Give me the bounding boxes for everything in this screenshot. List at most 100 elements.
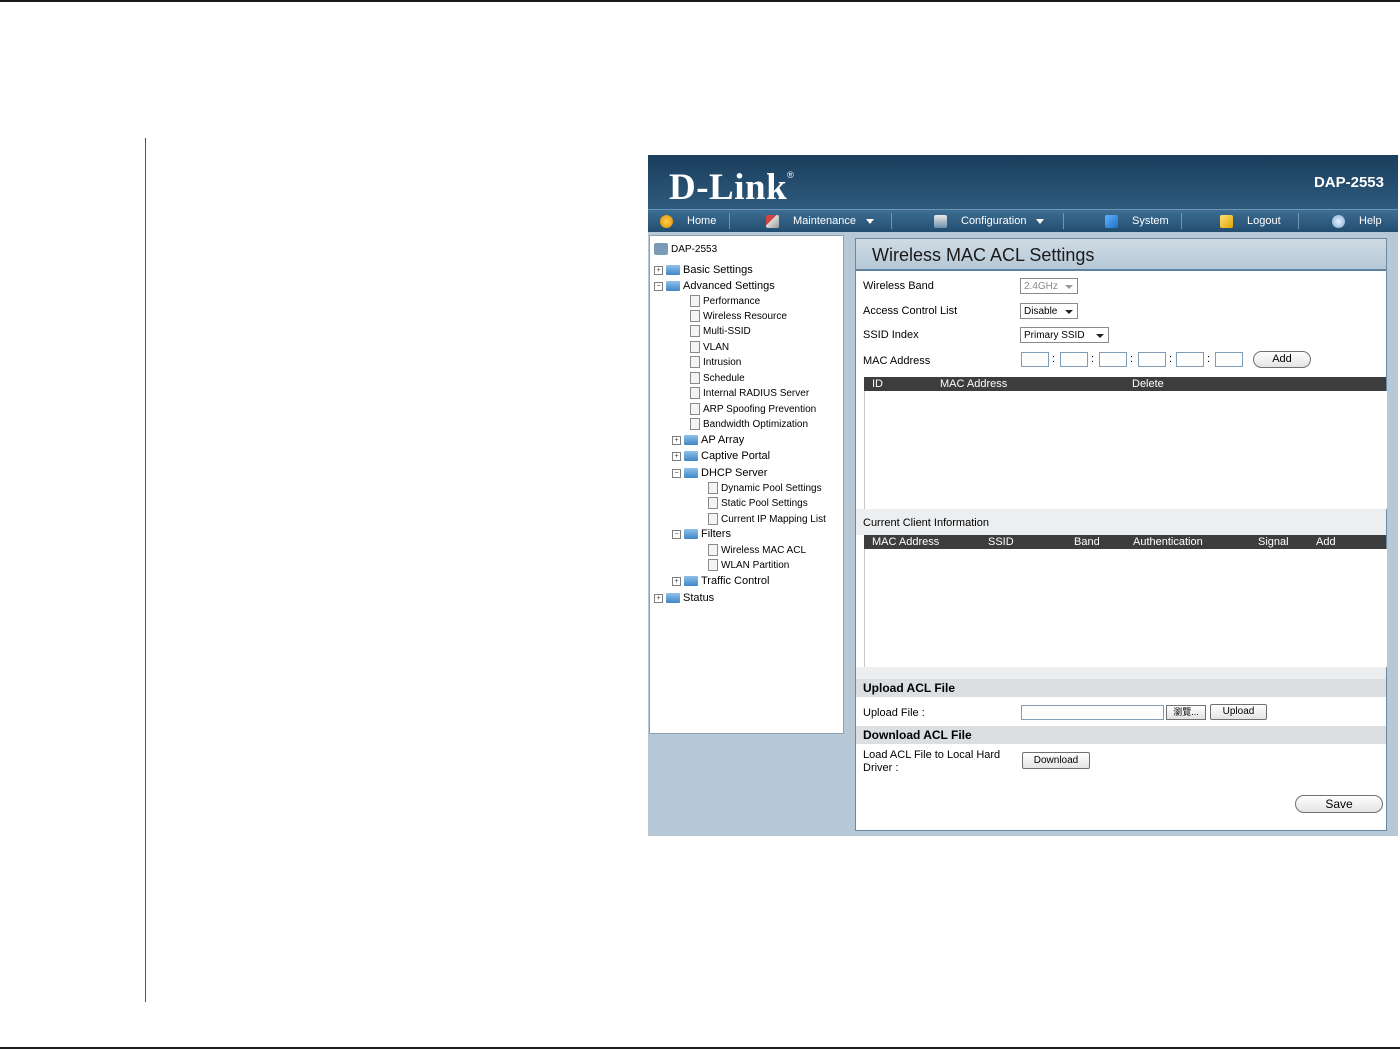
- top-menu-bar: Home Maintenance Configuration System Lo…: [648, 209, 1398, 232]
- left-margin-rule: [145, 138, 146, 1002]
- tree-schedule[interactable]: Schedule: [690, 372, 745, 384]
- page-icon: [690, 295, 700, 307]
- ssid-index-select[interactable]: Primary SSID: [1020, 327, 1109, 343]
- mac-octet-1[interactable]: [1021, 352, 1049, 367]
- mac-octet-3[interactable]: [1099, 352, 1127, 367]
- menu-system[interactable]: System: [1105, 210, 1169, 232]
- expand-icon: +: [672, 435, 681, 445]
- page-icon: [690, 372, 700, 384]
- tree-arp-spoofing[interactable]: ARP Spoofing Prevention: [690, 403, 816, 415]
- page-icon: [690, 403, 700, 415]
- expand-icon: +: [654, 593, 663, 603]
- tree-wireless-mac-acl[interactable]: Wireless MAC ACL: [708, 544, 806, 556]
- logout-icon: [1220, 214, 1233, 228]
- bottom-rule: [0, 1047, 1400, 1049]
- tools-icon: [766, 214, 779, 228]
- tree-ap-array[interactable]: + AP Array: [672, 434, 744, 446]
- navigation-tree: DAP-2553 + Basic Settings − Advanced Set…: [649, 235, 844, 734]
- tree-intrusion[interactable]: Intrusion: [690, 356, 741, 368]
- computer-icon: [654, 243, 668, 255]
- upload-file-label: Upload File :: [863, 707, 925, 719]
- tree-dhcp-server[interactable]: − DHCP Server: [672, 467, 767, 479]
- chevron-down-icon: [1065, 310, 1073, 314]
- mac-octet-5[interactable]: [1176, 352, 1204, 367]
- tree-advanced-settings[interactable]: − Advanced Settings: [654, 280, 775, 292]
- tree-filters[interactable]: − Filters: [672, 528, 731, 540]
- upload-button[interactable]: Upload: [1210, 704, 1267, 720]
- client-info-title: Current Client Information: [863, 517, 989, 529]
- acl-select[interactable]: Disable: [1020, 303, 1078, 319]
- page-icon: [690, 418, 700, 430]
- page-icon: [708, 559, 718, 571]
- client-table-body: [864, 549, 1387, 667]
- mac-octet-6[interactable]: [1215, 352, 1243, 367]
- download-button[interactable]: Download: [1022, 752, 1090, 769]
- tree-captive-portal[interactable]: + Captive Portal: [672, 450, 770, 462]
- menu-configuration[interactable]: Configuration: [934, 210, 1045, 232]
- tree-status[interactable]: + Status: [654, 592, 714, 604]
- tree-traffic-control[interactable]: + Traffic Control: [672, 575, 769, 587]
- top-rule: [0, 0, 1400, 2]
- tree-internal-radius[interactable]: Internal RADIUS Server: [690, 387, 809, 399]
- ssid-index-label: SSID Index: [863, 329, 919, 341]
- download-label: Load ACL File to Local Hard Driver :: [863, 749, 1001, 774]
- menu-help[interactable]: Help: [1332, 210, 1382, 232]
- menu-logout[interactable]: Logout: [1220, 210, 1281, 232]
- mac-address-label: MAC Address: [863, 355, 931, 367]
- tree-ip-mapping[interactable]: Current IP Mapping List: [708, 513, 826, 525]
- configuration-icon: [934, 214, 947, 228]
- expand-icon: +: [672, 451, 681, 461]
- system-icon: [1105, 214, 1118, 228]
- menu-home[interactable]: Home: [660, 210, 716, 232]
- page-icon: [708, 497, 718, 509]
- mac-octet-4[interactable]: [1138, 352, 1166, 367]
- upload-section-header: Upload ACL File: [856, 679, 1386, 697]
- page-icon: [708, 482, 718, 494]
- tree-wireless-resource[interactable]: Wireless Resource: [690, 310, 787, 322]
- expand-icon: +: [672, 576, 681, 586]
- page-title: Wireless MAC ACL Settings: [872, 245, 1095, 265]
- router-ui-screenshot: D-Link® DAP-2553 Home Maintenance Config…: [648, 155, 1398, 836]
- acl-table-body: [864, 391, 1387, 509]
- folder-icon: [684, 468, 698, 478]
- help-icon: [1332, 214, 1345, 228]
- chevron-down-icon: [1065, 285, 1073, 289]
- folder-icon: [666, 593, 680, 603]
- folder-icon: [666, 265, 680, 275]
- expand-icon: +: [654, 265, 663, 275]
- page-icon: [708, 513, 718, 525]
- tree-basic-settings[interactable]: + Basic Settings: [654, 264, 753, 276]
- tree-wlan-partition[interactable]: WLAN Partition: [708, 559, 789, 571]
- page-icon: [690, 341, 700, 353]
- device-model: DAP-2553: [1313, 174, 1384, 191]
- mac-octet-2[interactable]: [1060, 352, 1088, 367]
- browse-button[interactable]: 瀏覽...: [1166, 705, 1206, 720]
- content-panel: Wireless MAC ACL Settings Wireless Band …: [855, 238, 1387, 831]
- tree-bandwidth[interactable]: Bandwidth Optimization: [690, 418, 808, 430]
- chevron-down-icon: [866, 218, 874, 224]
- collapse-icon: −: [654, 281, 663, 291]
- save-button[interactable]: Save: [1295, 795, 1383, 813]
- tree-root[interactable]: DAP-2553: [654, 243, 717, 255]
- client-table-header: MAC Address SSID Band Authentication Sig…: [864, 535, 1386, 549]
- tree-performance[interactable]: Performance: [690, 295, 760, 307]
- acl-table-header: ID MAC Address Delete: [864, 377, 1386, 391]
- add-mac-button[interactable]: Add: [1253, 351, 1311, 368]
- wireless-band-select[interactable]: 2.4GHz: [1020, 278, 1078, 294]
- upload-file-input[interactable]: [1021, 705, 1164, 720]
- menu-maintenance[interactable]: Maintenance: [766, 210, 874, 232]
- page-icon: [690, 325, 700, 337]
- tree-multi-ssid[interactable]: Multi-SSID: [690, 325, 751, 337]
- folder-icon: [684, 529, 698, 539]
- tree-static-pool[interactable]: Static Pool Settings: [708, 497, 808, 509]
- header-banner: D-Link® DAP-2553: [648, 155, 1398, 209]
- chevron-down-icon: [1036, 218, 1045, 224]
- folder-icon: [684, 435, 698, 445]
- tree-vlan[interactable]: VLAN: [690, 341, 729, 353]
- chevron-down-icon: [1096, 334, 1104, 338]
- home-icon: [660, 214, 673, 228]
- page-icon: [690, 356, 700, 368]
- page-icon: [690, 310, 700, 322]
- tree-dynamic-pool[interactable]: Dynamic Pool Settings: [708, 482, 822, 494]
- folder-icon: [684, 451, 698, 461]
